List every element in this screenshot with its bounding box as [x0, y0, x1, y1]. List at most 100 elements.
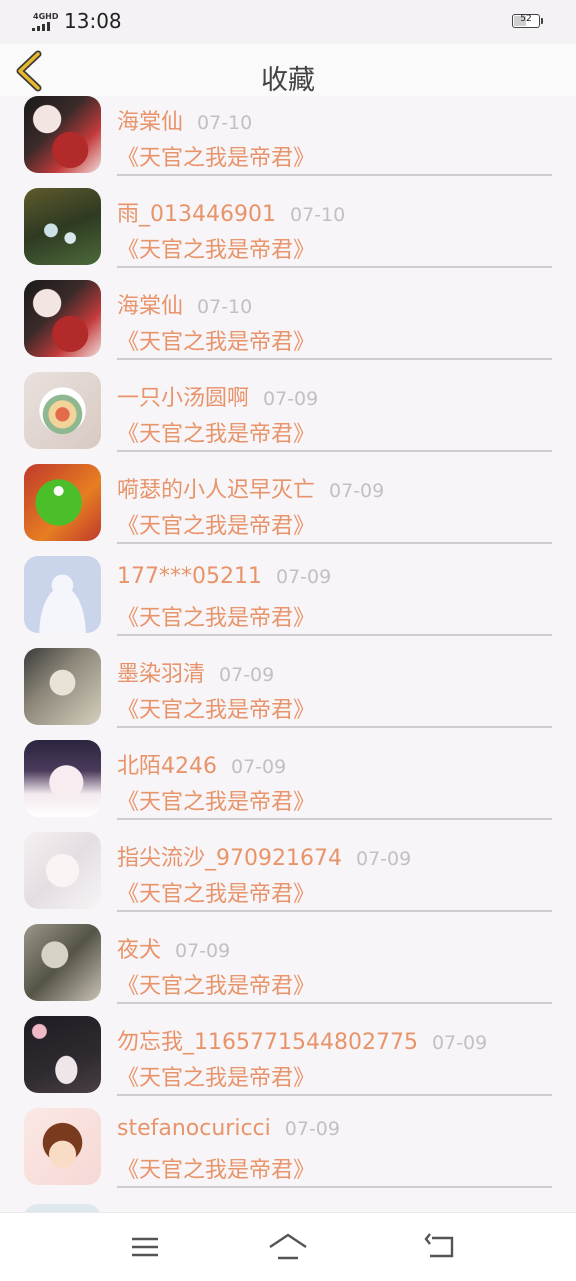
- book-title-link[interactable]: 《天官之我是帝君》: [117, 508, 315, 540]
- name-line: 北陌4246 07-09: [117, 748, 286, 780]
- divider: [117, 266, 552, 268]
- name-line: 指尖流沙_970921674 07-09: [117, 840, 411, 872]
- list-item[interactable]: 墨染羽清 07-09 《天官之我是帝君》: [0, 648, 576, 740]
- name-line: 海棠仙 07-10: [117, 104, 252, 136]
- item-date: 07-10: [197, 112, 253, 134]
- avatar[interactable]: [24, 648, 101, 725]
- user-name[interactable]: 嗬瑟的小人迟早灭亡: [117, 478, 315, 503]
- book-title-link[interactable]: 《天官之我是帝君》: [117, 232, 315, 264]
- system-nav-bar: [0, 1212, 576, 1281]
- book-title-link[interactable]: 《天官之我是帝君》: [117, 324, 315, 356]
- menu-button[interactable]: [126, 1231, 166, 1263]
- book-title-link[interactable]: 《天官之我是帝君》: [117, 692, 315, 724]
- user-name[interactable]: stefanocuricci: [117, 1116, 271, 1141]
- avatar[interactable]: [24, 372, 101, 449]
- page-title: 收藏: [261, 65, 315, 96]
- list-item[interactable]: 夜犬 07-09 《天官之我是帝君》: [0, 924, 576, 1016]
- signal-icon: 4GHD: [32, 12, 60, 32]
- avatar[interactable]: [24, 464, 101, 541]
- avatar[interactable]: [24, 924, 101, 1001]
- user-name[interactable]: 北陌4246: [117, 754, 217, 779]
- item-date: 07-09: [275, 566, 332, 588]
- divider: [117, 542, 552, 544]
- avatar[interactable]: [24, 96, 101, 173]
- book-title-link[interactable]: 《天官之我是帝君》: [117, 1152, 315, 1184]
- divider: [117, 634, 552, 636]
- item-date: 07-09: [355, 848, 412, 870]
- list-item[interactable]: 海棠仙 07-10 《天官之我是帝君》: [0, 96, 576, 188]
- item-date: 07-09: [329, 480, 385, 502]
- divider: [117, 910, 552, 912]
- user-name[interactable]: 雨_013446901: [117, 202, 276, 227]
- item-date: 07-09: [431, 1032, 488, 1054]
- partial-avatar: [24, 1204, 101, 1212]
- user-name[interactable]: 一只小汤圆啊: [117, 386, 249, 411]
- network-type: 4GHD: [33, 12, 59, 21]
- name-line: 海棠仙 07-10: [117, 288, 252, 320]
- item-date: 07-09: [175, 940, 231, 962]
- status-time: 13:08: [64, 9, 122, 33]
- divider: [117, 174, 552, 176]
- menu-icon: [132, 1237, 158, 1257]
- item-date: 07-09: [263, 388, 319, 410]
- divider: [117, 450, 552, 452]
- name-line: 雨_013446901 07-10: [117, 196, 345, 228]
- divider: [117, 1186, 552, 1188]
- user-name[interactable]: 勿忘我_1165771544802775: [117, 1030, 418, 1055]
- list-item[interactable]: 勿忘我_1165771544802775 07-09 《天官之我是帝君》: [0, 1016, 576, 1108]
- book-title-link[interactable]: 《天官之我是帝君》: [117, 784, 315, 816]
- user-name[interactable]: 177***05211: [117, 564, 262, 589]
- favorites-list[interactable]: 海棠仙 07-10 《天官之我是帝君》 雨_013446901 07-10 《天官之我是帝…: [0, 96, 576, 1212]
- list-item[interactable]: 北陌4246 07-09 《天官之我是帝君》: [0, 740, 576, 832]
- partial-list-item: [0, 1204, 576, 1212]
- name-line: stefanocuricci 07-09: [117, 1116, 340, 1141]
- user-name[interactable]: 指尖流沙_970921674: [117, 846, 342, 871]
- return-button[interactable]: [420, 1231, 460, 1263]
- home-icon: [269, 1233, 307, 1260]
- user-name[interactable]: 海棠仙: [117, 294, 183, 319]
- user-name[interactable]: 墨染羽清: [117, 662, 205, 687]
- battery-icon: 52: [512, 14, 543, 28]
- divider: [117, 818, 552, 820]
- user-name[interactable]: 夜犬: [117, 938, 161, 963]
- item-date: 07-10: [197, 296, 253, 318]
- name-line: 墨染羽清 07-09: [117, 656, 274, 688]
- avatar[interactable]: [24, 1108, 101, 1185]
- return-icon: [424, 1233, 454, 1258]
- book-title-link[interactable]: 《天官之我是帝君》: [117, 600, 315, 632]
- item-date: 07-10: [289, 204, 346, 226]
- divider: [117, 726, 552, 728]
- name-line: 一只小汤圆啊 07-09: [117, 380, 318, 412]
- home-button[interactable]: [266, 1231, 307, 1263]
- avatar[interactable]: [24, 1016, 101, 1093]
- item-date: 07-09: [231, 756, 287, 778]
- list-item[interactable]: 177***05211 07-09 《天官之我是帝君》: [0, 556, 576, 648]
- book-title-link[interactable]: 《天官之我是帝君》: [117, 140, 315, 172]
- divider: [117, 1094, 552, 1096]
- name-line: 勿忘我_1165771544802775 07-09: [117, 1024, 487, 1056]
- list-item[interactable]: stefanocuricci 07-09 《天官之我是帝君》: [0, 1108, 576, 1200]
- list-item[interactable]: 雨_013446901 07-10 《天官之我是帝君》: [0, 188, 576, 280]
- book-title-link[interactable]: 《天官之我是帝君》: [117, 968, 315, 1000]
- list-item[interactable]: 指尖流沙_970921674 07-09 《天官之我是帝君》: [0, 832, 576, 924]
- list-item[interactable]: 嗬瑟的小人迟早灭亡 07-09 《天官之我是帝君》: [0, 464, 576, 556]
- list-item[interactable]: 海棠仙 07-10 《天官之我是帝君》: [0, 280, 576, 372]
- book-title-link[interactable]: 《天官之我是帝君》: [117, 1060, 315, 1092]
- name-line: 177***05211 07-09: [117, 564, 331, 589]
- book-title-link[interactable]: 《天官之我是帝君》: [117, 876, 315, 908]
- name-line: 嗬瑟的小人迟早灭亡 07-09: [117, 472, 384, 504]
- avatar[interactable]: [24, 740, 101, 817]
- avatar[interactable]: [24, 188, 101, 265]
- item-date: 07-09: [284, 1118, 340, 1140]
- item-date: 07-09: [219, 664, 275, 686]
- battery-level: 52: [520, 14, 532, 24]
- header-bar: 收藏: [0, 44, 576, 96]
- avatar[interactable]: [24, 280, 101, 357]
- user-name[interactable]: 海棠仙: [117, 110, 183, 135]
- list-item[interactable]: 一只小汤圆啊 07-09 《天官之我是帝君》: [0, 372, 576, 464]
- name-line: 夜犬 07-09: [117, 932, 230, 964]
- avatar[interactable]: [24, 556, 101, 633]
- divider: [117, 1002, 552, 1004]
- avatar[interactable]: [24, 832, 101, 909]
- book-title-link[interactable]: 《天官之我是帝君》: [117, 416, 315, 448]
